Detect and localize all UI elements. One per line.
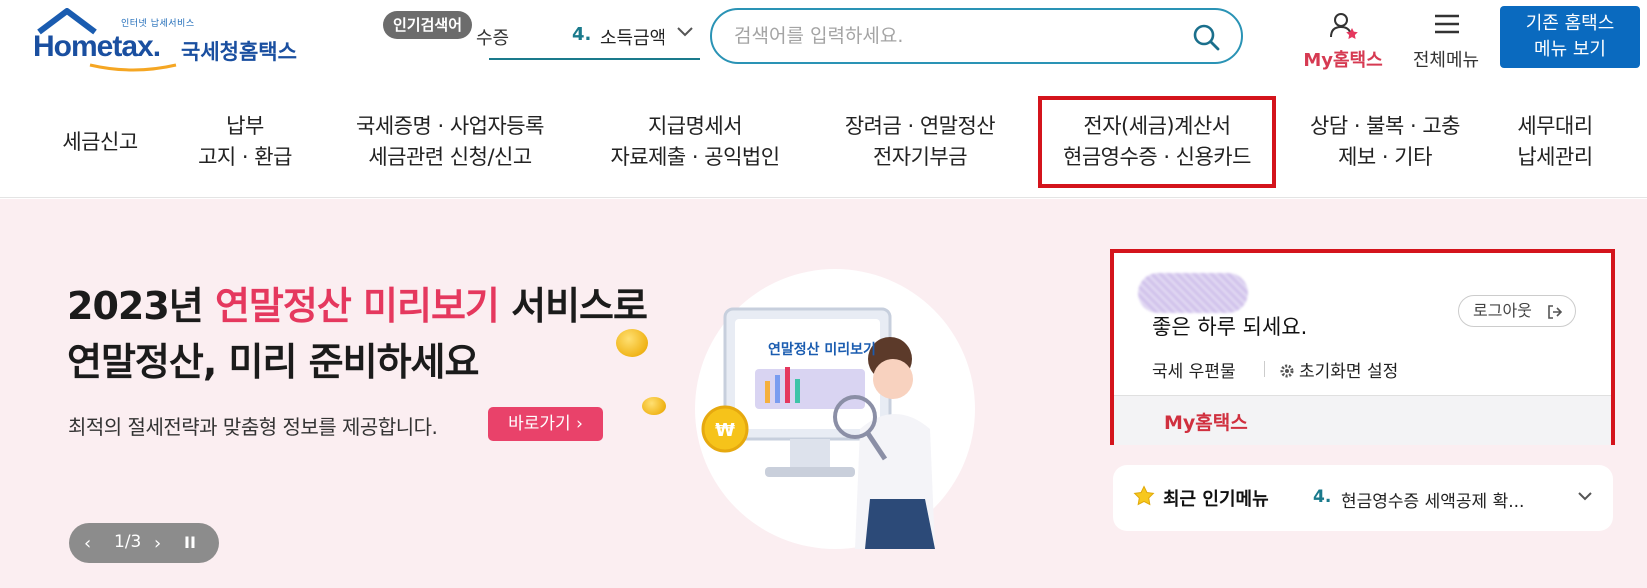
settings-link[interactable]: 초기화면 설정 bbox=[1279, 357, 1398, 382]
user-card: 좋은 하루 되세요. 로그아웃 국세 우편물 초기화면 설정 My홈택스 bbox=[1110, 249, 1615, 445]
nav-item-label: 전자기부금 bbox=[872, 145, 968, 169]
main-nav: 세금신고 납부 고지 · 환급 국세증명 · 사업자등록 세금관련 신청/신고 … bbox=[0, 86, 1647, 198]
header: 인터넷 납세서비스 Hometax. 국세청홈택스 수증 4. 소득금액 인기검… bbox=[0, 0, 1647, 82]
recent-menu-item[interactable]: 현금영수증 세액공제 확... bbox=[1341, 487, 1561, 512]
nav-item-certificate[interactable]: 국세증명 · 사업자등록 세금관련 신청/신고 bbox=[330, 86, 570, 198]
all-menu-label: 전체메뉴 bbox=[1412, 50, 1480, 71]
nav-item-label: 상담 · 불복 · 고충 bbox=[1310, 114, 1460, 138]
recent-menu-title: 최근 인기메뉴 bbox=[1163, 489, 1269, 510]
chevron-right-icon: › bbox=[576, 414, 583, 434]
chevron-down-icon[interactable] bbox=[1577, 491, 1593, 502]
coin-icon bbox=[616, 329, 648, 357]
nav-item-label: 납부 bbox=[226, 114, 264, 138]
banner-title: 2023년 연말정산 미리보기 서비스로 연말정산, 미리 준비하세요 bbox=[67, 278, 648, 390]
nav-item-label: 납세관리 bbox=[1517, 145, 1593, 169]
pager-count: 1/3 bbox=[114, 532, 142, 552]
nav-item-label: 지급명세서 bbox=[647, 114, 743, 138]
nav-item-label: 장려금 · 연말정산 bbox=[844, 114, 996, 138]
nav-item-payment-statement[interactable]: 지급명세서 자료제출 · 공익법인 bbox=[590, 86, 800, 198]
nav-item-payment[interactable]: 납부 고지 · 환급 bbox=[180, 86, 310, 198]
search-icon[interactable] bbox=[1191, 22, 1221, 52]
logo-wordmark: Hometax. bbox=[33, 30, 161, 63]
nav-item-label: 자료제출 · 공익법인 bbox=[610, 145, 780, 169]
my-hometax-label: My홈택스 bbox=[1303, 50, 1383, 71]
all-menu-button[interactable]: 전체메뉴 bbox=[1403, 8, 1489, 71]
nav-item-label: 세금관련 신청/신고 bbox=[368, 145, 532, 169]
go-button[interactable]: 바로가기 › bbox=[488, 407, 603, 441]
banner-title-highlight: 연말정산 미리보기 bbox=[214, 284, 500, 328]
nav-item-label: 현금영수증 · 신용카드 bbox=[1063, 145, 1251, 169]
banner-title-part: 서비스로 bbox=[498, 284, 648, 328]
nav-item-label: 세무대리 bbox=[1517, 114, 1593, 138]
banner-title-part: 2023년 bbox=[67, 284, 215, 328]
hamburger-menu-icon bbox=[1435, 14, 1459, 34]
popular-search-prev[interactable]: 수증 bbox=[476, 24, 520, 50]
monitor-illustration: ₩ bbox=[701, 307, 935, 549]
svg-text:₩: ₩ bbox=[715, 420, 735, 441]
nav-item-tax-agent[interactable]: 세무대리 납세관리 bbox=[1500, 86, 1610, 198]
pause-icon[interactable]: II bbox=[184, 533, 196, 552]
user-name-blurred bbox=[1138, 273, 1248, 313]
nav-item-label: 고지 · 환급 bbox=[198, 145, 292, 169]
nav-item-consulting[interactable]: 상담 · 불복 · 고충 제보 · 기타 bbox=[1290, 86, 1480, 198]
nav-item-label: 국세증명 · 사업자등록 bbox=[356, 114, 544, 138]
logout-icon bbox=[1548, 305, 1563, 319]
search-input[interactable] bbox=[734, 22, 1174, 50]
prev-icon[interactable]: ‹ bbox=[84, 533, 91, 554]
illustration-label: 연말정산 미리보기 bbox=[768, 342, 876, 358]
logo-korean: 국세청홈택스 bbox=[181, 40, 297, 64]
legacy-menu-button[interactable]: 기존 홈택스 메뉴 보기 bbox=[1500, 6, 1640, 68]
coin-icon bbox=[642, 397, 666, 415]
divider bbox=[1264, 361, 1265, 377]
search-box bbox=[710, 8, 1243, 64]
greeting-text: 좋은 하루 되세요. bbox=[1152, 315, 1308, 339]
nav-item-year-end[interactable]: 장려금 · 연말정산 전자기부금 bbox=[820, 86, 1020, 198]
nav-item-label: 전자(세금)계산서 bbox=[1083, 114, 1231, 138]
mail-link[interactable]: 국세 우편물 bbox=[1152, 357, 1236, 382]
nav-item-e-invoice[interactable]: 전자(세금)계산서 현금영수증 · 신용카드 bbox=[1038, 96, 1276, 188]
popular-search-rank: 4. bbox=[572, 24, 592, 45]
logo-swoosh-icon bbox=[89, 63, 177, 72]
hero-banner: 2023년 연말정산 미리보기 서비스로 연말정산, 미리 준비하세요 최적의 … bbox=[0, 199, 1647, 588]
popular-search-badge: 인기검색어 bbox=[383, 11, 473, 39]
card-footer: My홈택스 bbox=[1114, 395, 1611, 445]
my-hometax-link[interactable]: My홈택스 bbox=[1164, 408, 1248, 435]
legacy-menu-line2: 메뉴 보기 bbox=[1534, 39, 1606, 60]
nav-item-label: 세금신고 bbox=[62, 129, 138, 154]
legacy-menu-line1: 기존 홈택스 bbox=[1525, 13, 1615, 34]
star-icon bbox=[1133, 485, 1155, 506]
banner-title-line2: 연말정산, 미리 준비하세요 bbox=[67, 340, 479, 384]
popular-search-underline bbox=[489, 58, 700, 60]
nav-item-tax-filing[interactable]: 세금신고 bbox=[40, 86, 160, 198]
chevron-down-icon[interactable] bbox=[676, 26, 694, 38]
go-button-label: 바로가기 bbox=[508, 414, 571, 434]
banner-subtitle: 최적의 절세전략과 맞춤형 정보를 제공합니다. bbox=[68, 415, 438, 439]
recent-popular-menu: 최근 인기메뉴 4. 현금영수증 세액공제 확... bbox=[1113, 465, 1613, 531]
logout-label: 로그아웃 bbox=[1473, 301, 1532, 320]
logo-subtitle: 인터넷 납세서비스 bbox=[121, 19, 195, 29]
banner-pager: ‹ 1/3 › II bbox=[69, 523, 219, 563]
user-icon bbox=[1330, 13, 1358, 39]
hometax-logo[interactable]: 인터넷 납세서비스 Hometax. 국세청홈택스 bbox=[33, 8, 303, 72]
next-icon[interactable]: › bbox=[154, 533, 161, 554]
nav-item-label: 제보 · 기타 bbox=[1338, 145, 1432, 169]
recent-menu-rank: 4. bbox=[1313, 487, 1332, 507]
gear-icon bbox=[1280, 364, 1294, 378]
settings-label: 초기화면 설정 bbox=[1299, 362, 1399, 382]
popular-search-item[interactable]: 소득금액 bbox=[600, 24, 664, 50]
my-hometax-button[interactable]: My홈택스 bbox=[1298, 8, 1388, 71]
logout-button[interactable]: 로그아웃 bbox=[1458, 295, 1576, 327]
